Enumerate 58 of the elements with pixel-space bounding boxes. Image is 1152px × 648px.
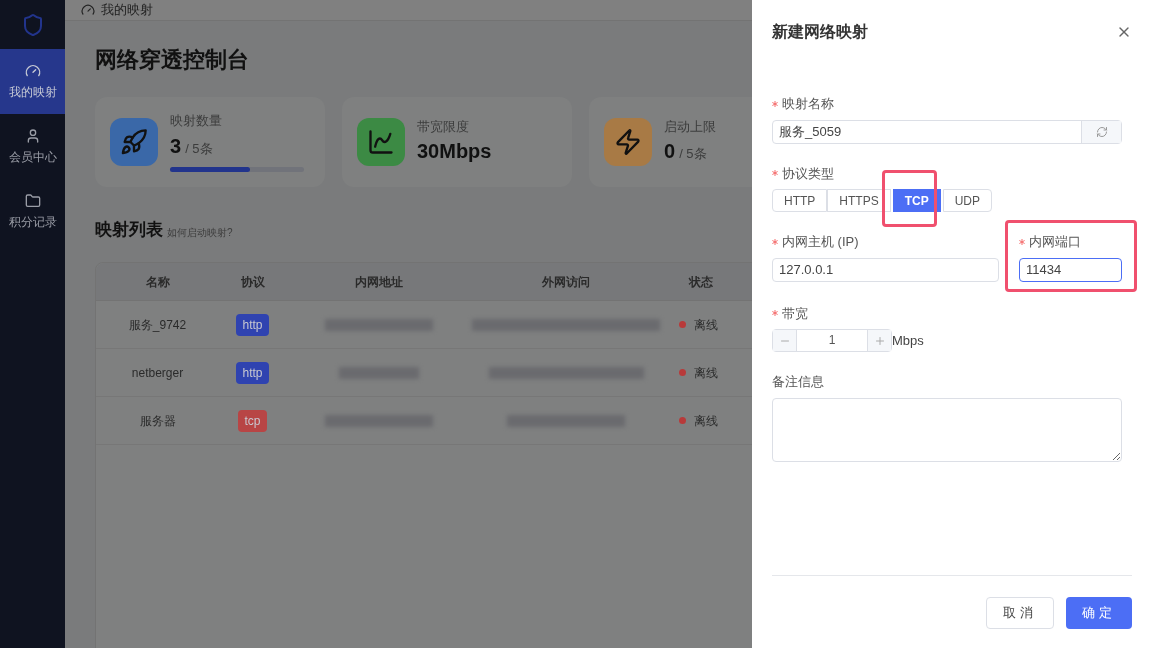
chart-icon [367, 127, 395, 156]
field-label: 带宽 [782, 304, 808, 323]
lightning-icon [614, 127, 642, 156]
bandwidth-stepper[interactable]: 1 [772, 329, 892, 352]
protocol-tag: tcp [238, 409, 267, 432]
column-header: 协议 [240, 273, 265, 291]
status-text: 离线 [694, 364, 718, 382]
stat-label: 映射数量 [170, 112, 223, 131]
decrement-button[interactable] [773, 330, 797, 351]
field-label: 内网主机 (IP) [782, 233, 859, 251]
status-text: 离线 [694, 412, 718, 430]
section-title: 映射列表 [95, 218, 163, 241]
cancel-button[interactable]: 取消 [986, 597, 1054, 629]
stat-label: 带宽限度 [417, 117, 470, 136]
protocol-option[interactable]: HTTPS [827, 189, 891, 212]
refresh-button[interactable] [1081, 120, 1121, 143]
column-header: 状态 [689, 273, 713, 291]
drawer-title: 新建网络映射 [772, 22, 868, 42]
increment-button[interactable] [867, 330, 891, 351]
confirm-button[interactable]: 确定 [1066, 597, 1132, 629]
column-header: 内网地址 [354, 273, 403, 291]
refresh-icon [1095, 125, 1108, 138]
port-field[interactable]: 11434 [1019, 257, 1122, 282]
notes-field[interactable] [772, 397, 1122, 462]
column-header: 外网访问 [542, 273, 590, 291]
stat-label: 启动上限 [664, 117, 716, 136]
stat-value: 3 [170, 133, 182, 159]
breadcrumb[interactable]: 我的映射 [101, 0, 153, 20]
protocol-tag: http [236, 361, 269, 384]
sidebar-item[interactable]: 积分记录 [0, 179, 65, 244]
field-label: 映射名称 [782, 95, 834, 113]
field-label: 内网端口 [1029, 233, 1081, 251]
name-field[interactable]: 服务_5059 [772, 119, 1122, 144]
sidebar-item[interactable]: 我的映射 [0, 49, 65, 114]
gauge-icon [24, 62, 41, 79]
table-cell-text: netberger [131, 364, 184, 382]
protocol-option[interactable]: HTTP [772, 189, 828, 212]
gauge-icon [81, 2, 95, 17]
folder-icon [24, 192, 41, 209]
stat-unit: / 5条 [679, 145, 707, 164]
column-header: 名称 [145, 273, 170, 291]
field-label: 备注信息 [772, 373, 824, 391]
page-title: 网络穿透控制台 [95, 45, 250, 74]
stat-value: 30Mbps [417, 139, 492, 165]
stat-unit: / 5条 [185, 139, 213, 158]
protocol-option[interactable]: TCP [892, 189, 941, 212]
table-cell-text: 服务_9742 [128, 316, 187, 334]
host-field[interactable]: 127.0.0.1 [772, 257, 999, 282]
unit-label: Mbps [892, 331, 924, 350]
field-label: 协议类型 [782, 164, 834, 183]
rocket-icon [120, 127, 148, 156]
status-text: 离线 [694, 316, 718, 334]
table-cell-text: 服务器 [139, 412, 176, 430]
sidebar-item[interactable]: 会员中心 [0, 114, 65, 179]
stat-value: 0 [664, 139, 676, 165]
plus-icon [873, 334, 886, 347]
protocol-tag: http [236, 313, 269, 336]
protocol-option[interactable]: UDP [942, 189, 993, 212]
